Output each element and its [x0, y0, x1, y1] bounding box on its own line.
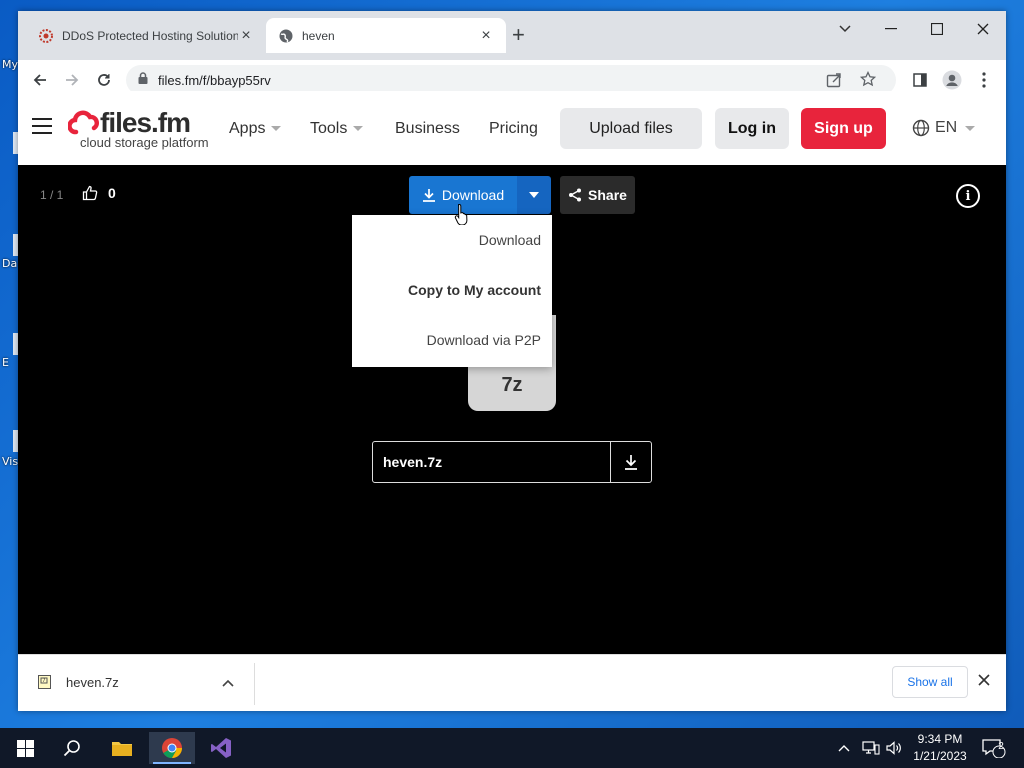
tab-title: heven: [302, 28, 335, 43]
reload-icon[interactable]: [90, 66, 118, 94]
tab-title: DDoS Protected Hosting Solution: [62, 28, 238, 43]
share-label: Share: [588, 187, 627, 203]
ddos-favicon-icon: [38, 28, 54, 44]
archive-file-icon: 7: [38, 675, 51, 689]
desktop-label-my[interactable]: My: [2, 58, 18, 71]
file-viewer: 1 / 1 0 Download Share i 7z Download Cop…: [18, 165, 1006, 654]
nav-tools[interactable]: Tools: [310, 120, 364, 138]
file-download-icon[interactable]: [610, 442, 651, 482]
system-clock[interactable]: 9:34 PM 1/21/2023: [908, 731, 972, 765]
download-file-name: heven.7z: [66, 674, 119, 690]
tab-close-icon[interactable]: ×: [238, 27, 254, 45]
menu-item-download[interactable]: Download: [352, 215, 552, 265]
like-count: 0: [108, 185, 116, 201]
close-icon[interactable]: [978, 673, 990, 691]
nav-tools-label: Tools: [310, 120, 348, 137]
like-button[interactable]: 0: [82, 185, 116, 201]
tab-search-chevron-icon[interactable]: [822, 15, 868, 43]
nav-apps-label: Apps: [229, 120, 266, 137]
share-button[interactable]: Share: [560, 176, 635, 214]
show-all-button[interactable]: Show all: [892, 666, 968, 698]
menu-item-download-p2p[interactable]: Download via P2P: [352, 315, 552, 365]
tab-strip: DDoS Protected Hosting Solution × heven …: [18, 11, 1006, 60]
minimize-button[interactable]: [868, 15, 914, 43]
file-explorer-icon[interactable]: [99, 732, 145, 764]
clock-time: 9:34 PM: [917, 732, 963, 746]
bookmark-star-icon[interactable]: [859, 70, 877, 92]
clock-date: 1/21/2023: [913, 749, 967, 763]
side-panel-icon[interactable]: [906, 66, 934, 94]
share-page-icon[interactable]: [826, 72, 842, 93]
windows-start-icon[interactable]: [2, 732, 48, 764]
download-label: Download: [441, 187, 505, 203]
file-counter: 1 / 1: [40, 188, 64, 202]
mouse-pointer-icon: [454, 203, 472, 230]
close-window-button[interactable]: [960, 15, 1006, 43]
hamburger-menu-icon[interactable]: [32, 118, 52, 139]
files-fm-logo[interactable]: files.fm cloud storage platform: [68, 109, 209, 150]
logo-text: files.fm: [100, 107, 191, 138]
nav-apps[interactable]: Apps: [229, 120, 282, 138]
desktop-label-vis[interactable]: Vis: [2, 455, 18, 468]
chevron-up-icon[interactable]: [222, 674, 234, 692]
desktop-label-e[interactable]: E: [2, 356, 9, 369]
language-label: EN: [935, 119, 958, 136]
forward-arrow-icon[interactable]: [58, 66, 86, 94]
visual-studio-icon[interactable]: [198, 732, 244, 764]
caret-down-icon: [529, 192, 539, 198]
back-arrow-icon[interactable]: [26, 66, 54, 94]
download-icon: [422, 189, 435, 202]
chevron-down-icon: [965, 125, 976, 131]
profile-avatar-icon[interactable]: [938, 66, 966, 94]
taskbar: 9:34 PM 1/21/2023 2: [0, 728, 1024, 768]
upload-files-button[interactable]: Upload files: [560, 108, 702, 149]
network-icon[interactable]: [862, 728, 880, 768]
globe-icon: [278, 28, 294, 44]
desktop-label-da[interactable]: Da: [2, 257, 17, 270]
file-name: heven.7z: [383, 454, 443, 470]
page-content: files.fm cloud storage platform Apps Too…: [18, 91, 1006, 654]
search-icon[interactable]: [49, 732, 95, 764]
file-name-bar: heven.7z: [372, 441, 652, 483]
tab-close-icon[interactable]: ×: [478, 27, 494, 45]
info-icon[interactable]: i: [956, 184, 980, 208]
lock-icon[interactable]: [138, 71, 148, 89]
download-shelf: 7 heven.7z Show all: [18, 654, 1006, 711]
menu-kebab-icon[interactable]: [970, 66, 998, 94]
download-item[interactable]: 7 heven.7z: [36, 674, 119, 690]
tab-heven[interactable]: heven ×: [266, 18, 506, 53]
globe-icon: [912, 119, 930, 137]
site-header: files.fm cloud storage platform Apps Too…: [18, 91, 1006, 165]
tab-ddos[interactable]: DDoS Protected Hosting Solution ×: [26, 18, 266, 53]
thumbs-up-icon: [82, 185, 98, 201]
logo-tagline: cloud storage platform: [80, 135, 209, 150]
nav-business[interactable]: Business: [395, 120, 460, 138]
share-icon: [569, 188, 582, 202]
login-button[interactable]: Log in: [715, 108, 789, 149]
notification-center-icon[interactable]: 2: [982, 728, 1006, 768]
signup-button[interactable]: Sign up: [801, 108, 886, 149]
download-options-caret[interactable]: [517, 176, 551, 214]
download-dropdown-menu: Download Copy to My account Download via…: [352, 215, 552, 367]
browser-window: DDoS Protected Hosting Solution × heven …: [18, 11, 1006, 711]
nav-pricing[interactable]: Pricing: [489, 120, 538, 138]
svg-text:7: 7: [42, 678, 45, 684]
cloud-logo-icon: [68, 110, 99, 135]
url-text[interactable]: files.fm/f/bbayp55rv: [158, 73, 271, 88]
chevron-down-icon: [271, 126, 282, 132]
menu-item-copy-to-account[interactable]: Copy to My account: [352, 265, 552, 315]
maximize-button[interactable]: [914, 15, 960, 43]
show-hidden-icons-chevron-icon[interactable]: [838, 728, 850, 768]
chrome-icon[interactable]: [149, 732, 195, 764]
volume-icon[interactable]: [886, 728, 902, 768]
new-tab-button[interactable]: +: [512, 24, 525, 46]
shelf-divider: [254, 663, 255, 705]
notification-count: 2: [998, 741, 1004, 752]
chevron-down-icon: [353, 126, 364, 132]
language-selector[interactable]: EN: [912, 119, 976, 137]
